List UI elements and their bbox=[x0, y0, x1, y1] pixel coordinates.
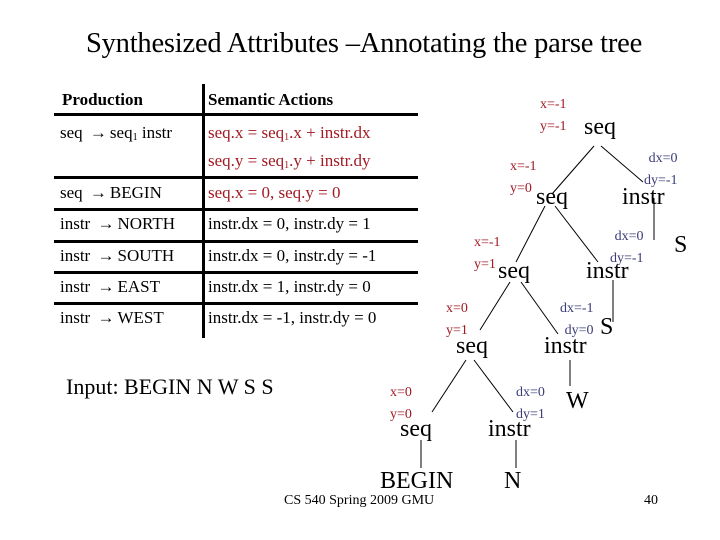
attribute-value: dy=1 bbox=[516, 407, 545, 422]
tree-leaf-n: N bbox=[504, 468, 522, 494]
node-attributes: x=0 y=0 bbox=[390, 382, 412, 426]
slide-footer: CS 540 Spring 2009 GMU bbox=[284, 493, 435, 508]
node-attributes: x=0 y=1 bbox=[446, 298, 468, 342]
node-attributes: x=-1 y=-1 bbox=[540, 94, 567, 138]
tree-leaf-begin: BEGIN bbox=[380, 468, 454, 494]
attribute-value: x=0 bbox=[390, 385, 412, 400]
tree-edge bbox=[554, 205, 599, 263]
tree-edge bbox=[600, 145, 644, 183]
tree-edge bbox=[473, 359, 514, 413]
node-attributes: dx=0 dy=-1 bbox=[644, 148, 678, 192]
attribute-value: dy=0 bbox=[564, 323, 594, 338]
attribute-value: y=0 bbox=[390, 407, 412, 422]
node-attributes: x=-1 y=0 bbox=[510, 156, 537, 200]
tree-leaf-s: S bbox=[600, 314, 614, 340]
attribute-value: dx=0 bbox=[614, 229, 644, 244]
tree-leaf-w: W bbox=[566, 388, 589, 414]
attribute-value: dx=0 bbox=[648, 151, 678, 166]
attribute-value: x=-1 bbox=[510, 159, 537, 174]
attribute-value: dy=-1 bbox=[644, 173, 678, 188]
page-number: 40 bbox=[644, 493, 658, 508]
tree-node-seq: seq bbox=[536, 184, 568, 210]
tree-edge bbox=[431, 359, 467, 413]
attribute-value: y=1 bbox=[474, 257, 496, 272]
attribute-value: x=-1 bbox=[540, 97, 567, 112]
node-attributes: dx=0 dy=-1 bbox=[610, 226, 644, 270]
attribute-value: x=-1 bbox=[474, 235, 501, 250]
tree-edge bbox=[515, 205, 546, 263]
tree-leaf-s: S bbox=[674, 232, 688, 258]
attribute-value: dx=-1 bbox=[560, 301, 594, 316]
attribute-value: x=0 bbox=[446, 301, 468, 316]
attribute-value: y=-1 bbox=[540, 119, 567, 134]
node-attributes: dx=0 dy=1 bbox=[516, 382, 545, 426]
tree-node-seq: seq bbox=[498, 258, 530, 284]
tree-edge bbox=[479, 281, 511, 331]
tree-node-seq: seq bbox=[584, 114, 616, 140]
attribute-value: dy=-1 bbox=[610, 251, 644, 266]
attribute-value: y=0 bbox=[510, 181, 532, 196]
tree-edge bbox=[520, 281, 559, 335]
attribute-value: dx=0 bbox=[516, 385, 545, 400]
node-attributes: x=-1 y=1 bbox=[474, 232, 501, 276]
node-attributes: dx=-1 dy=0 bbox=[560, 298, 594, 342]
attribute-value: y=1 bbox=[446, 323, 468, 338]
